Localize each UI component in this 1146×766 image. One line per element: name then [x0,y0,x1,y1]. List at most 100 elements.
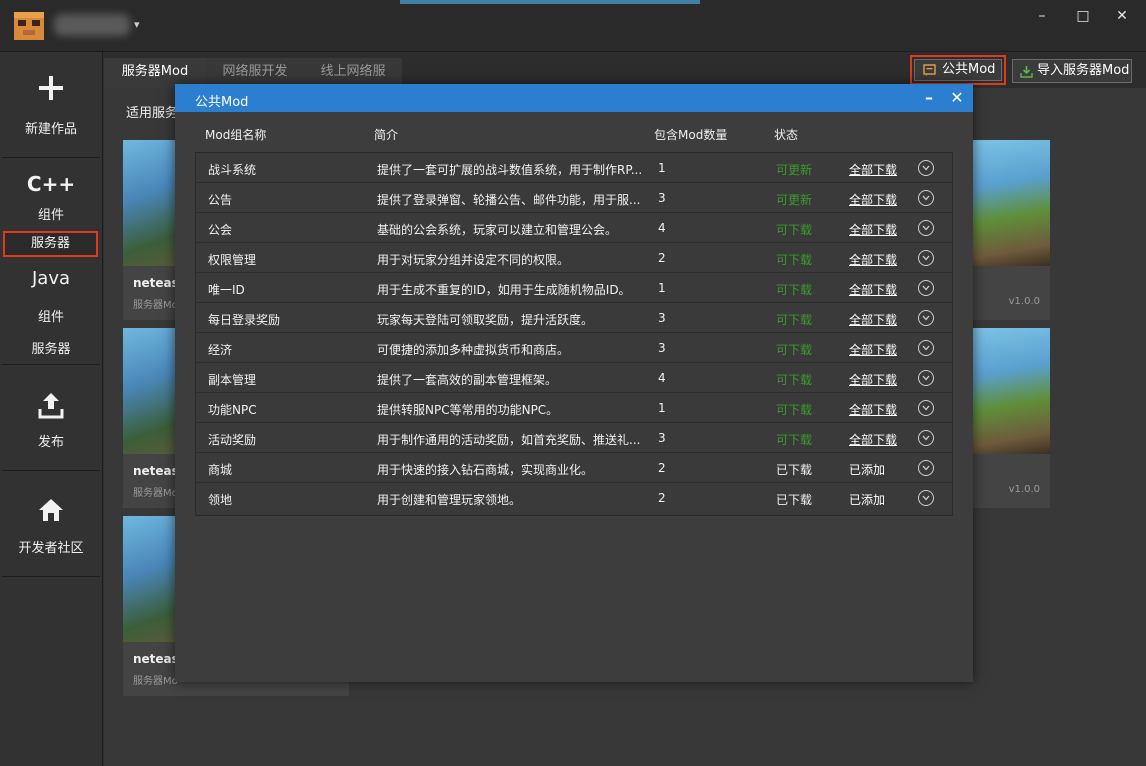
mod-group-name: 公会 [208,223,233,237]
user-avatar[interactable] [14,12,44,40]
added-label: 已添加 [849,493,886,507]
developer-community-button[interactable]: 开发者社区 [2,471,100,577]
download-all-link[interactable]: 全部下载 [849,221,909,238]
cpp-server-item[interactable]: 服务器 [3,231,98,257]
minimize-button[interactable]: – [1028,6,1056,26]
mod-group-name: 战斗系统 [208,163,257,177]
expand-chevron-icon[interactable] [918,160,934,176]
mod-group-count: 3 [658,191,666,205]
download-all-link[interactable]: 全部下载 [849,191,909,208]
table-row[interactable]: 权限管理 用于对玩家分组并设定不同的权限。 2 可下载 全部下载 [196,243,952,273]
mod-group-count: 1 [658,161,666,175]
mod-group-count: 3 [658,431,666,445]
table-row[interactable]: 活动奖励 用于制作通用的活动奖励，如首充奖励、推送礼... 3 可下载 全部下载 [196,423,952,453]
column-header-desc: 简介 [374,128,399,142]
download-all-link[interactable]: 全部下载 [849,401,909,418]
mod-group-description: 用于制作通用的活动奖励，如首充奖励、推送礼... [377,433,641,447]
mod-group-status: 可下载 [776,313,813,327]
download-all-link[interactable]: 全部下载 [849,251,909,268]
table-row[interactable]: 每日登录奖励 玩家每天登陆可领取奖励，提升活跃度。 3 可下载 全部下载 [196,303,952,333]
table-row[interactable]: 功能NPC 提供转服NPC等常用的功能NPC。 1 可下载 全部下载 [196,393,952,423]
message-icon [923,64,936,84]
new-work-label: 新建作品 [24,122,77,137]
table-row[interactable]: 公告 提供了登录弹窗、轮播公告、邮件功能，用于服... 3 可更新 全部下载 [196,183,952,213]
public-mod-button[interactable]: 公共Mod [914,59,1002,81]
download-all-link[interactable]: 全部下载 [849,341,909,358]
mod-group-status: 可下载 [776,403,813,417]
mod-card[interactable]: v1.0.0 [970,328,1050,508]
table-row[interactable]: 经济 可便捷的添加多种虚拟货币和商店。 3 可下载 全部下载 [196,333,952,363]
public-mod-dialog: 公共Mod – ✕ Mod组名称 简介 包含Mod数量 状态 战斗系统 提供了一套… [175,84,973,682]
java-logo-icon: Java [31,268,71,289]
cpp-logo-icon: C++ [26,172,76,196]
mod-group-name: 功能NPC [208,403,257,417]
java-component-item[interactable]: 组件 [2,306,100,325]
download-all-link[interactable]: 全部下载 [849,161,909,178]
mod-group-name: 商城 [208,463,233,477]
mod-group-description: 提供了一套高效的副本管理框架。 [377,373,558,387]
expand-chevron-icon[interactable] [918,460,934,476]
mod-group-description: 基础的公会系统，玩家可以建立和管理公会。 [377,223,618,237]
table-row[interactable]: 商城 用于快速的接入钻石商城，实现商业化。 2 已下载 已添加 [196,453,952,483]
mod-group-count: 3 [658,311,666,325]
expand-chevron-icon[interactable] [918,340,934,356]
new-work-button[interactable]: 新建作品 [2,52,100,158]
mod-group-count: 2 [658,251,666,265]
download-all-link[interactable]: 全部下载 [849,371,909,388]
download-icon [1020,64,1033,86]
dialog-title: 公共Mod [195,95,249,110]
public-mod-label: 公共Mod [942,62,996,77]
expand-chevron-icon[interactable] [918,280,934,296]
mod-card-subtitle: 服务器Mo [133,676,178,687]
column-header-count: 包含Mod数量 [654,128,728,142]
dialog-close-button[interactable]: ✕ [947,86,967,110]
table-row[interactable]: 领地 用于创建和管理玩家领地。 2 已下载 已添加 [196,483,952,513]
mod-group-name: 唯一ID [208,283,245,297]
mod-group-name: 公告 [208,193,233,207]
mod-group-count: 1 [658,281,666,295]
dialog-minimize-button[interactable]: – [919,86,939,110]
username-blurred[interactable] [54,14,130,36]
download-all-link[interactable]: 全部下载 [849,431,909,448]
mod-group-status: 可下载 [776,343,813,357]
publish-label: 发布 [37,435,64,450]
publish-button[interactable]: 发布 [2,365,100,471]
table-row[interactable]: 唯一ID 用于生成不重复的ID，如用于生成随机物品ID。 1 可下载 全部下载 [196,273,952,303]
upload-icon [2,391,100,423]
mod-group-name: 权限管理 [208,253,257,267]
mod-group-description: 提供了一套可扩展的战斗数值系统，用于制作RP... [377,163,643,177]
java-section: Java 组件 服务器 [2,260,100,365]
table-row[interactable]: 战斗系统 提供了一套可扩展的战斗数值系统，用于制作RP... 1 可更新 全部下载 [196,153,952,183]
mod-card-version: v1.0.0 [1008,484,1040,495]
column-header-name: Mod组名称 [205,128,267,142]
mod-group-status: 可下载 [776,253,813,267]
top-accent-line [400,0,700,4]
user-menu-caret-icon[interactable]: ▾ [134,18,140,31]
expand-chevron-icon[interactable] [918,490,934,506]
import-server-mod-button[interactable]: 导入服务器Mod [1012,59,1132,83]
public-mod-button-highlight[interactable]: 公共Mod [910,55,1006,85]
table-row[interactable]: 副本管理 提供了一套高效的副本管理框架。 4 可下载 全部下载 [196,363,952,393]
expand-chevron-icon[interactable] [918,370,934,386]
close-button[interactable]: ✕ [1108,6,1136,26]
expand-chevron-icon[interactable] [918,400,934,416]
cpp-component-item[interactable]: 组件 [2,204,100,223]
mod-card-image [970,328,1050,454]
mod-group-description: 提供了登录弹窗、轮播公告、邮件功能，用于服... [377,193,641,207]
mod-group-count: 3 [658,341,666,355]
mod-group-status: 已下载 [776,463,813,477]
expand-chevron-icon[interactable] [918,190,934,206]
download-all-link[interactable]: 全部下载 [849,281,909,298]
expand-chevron-icon[interactable] [918,250,934,266]
download-all-link[interactable]: 全部下载 [849,311,909,328]
developer-community-label: 开发者社区 [18,541,84,556]
mod-group-name: 领地 [208,493,233,507]
expand-chevron-icon[interactable] [918,220,934,236]
maximize-button[interactable]: □ [1069,6,1097,26]
mod-group-status: 可下载 [776,283,813,297]
table-row[interactable]: 公会 基础的公会系统，玩家可以建立和管理公会。 4 可下载 全部下载 [196,213,952,243]
expand-chevron-icon[interactable] [918,310,934,326]
mod-card[interactable]: v1.0.0 [970,140,1050,320]
java-server-item[interactable]: 服务器 [2,338,100,357]
expand-chevron-icon[interactable] [918,430,934,446]
